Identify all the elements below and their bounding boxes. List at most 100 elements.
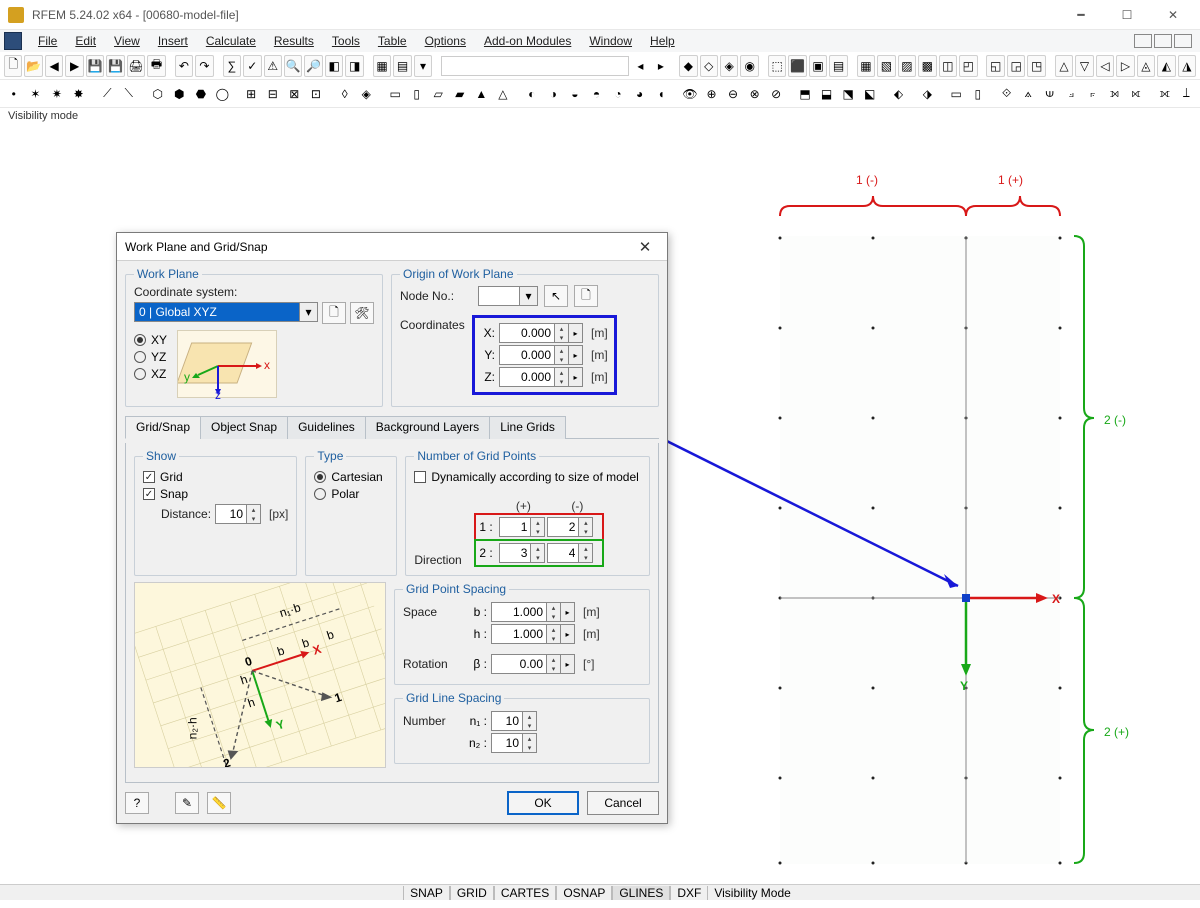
g1-icon[interactable]: ◱ bbox=[986, 55, 1004, 77]
show-snap-checkbox[interactable]: Snap bbox=[143, 487, 288, 501]
n2-spinner[interactable]: ▴▾ bbox=[523, 733, 537, 753]
result2-icon[interactable]: ⬛ bbox=[788, 55, 806, 77]
dropdown-icon[interactable]: ▾ bbox=[414, 55, 432, 77]
tool-d-icon[interactable]: ◉ bbox=[740, 55, 758, 77]
open-icon[interactable]: 📂 bbox=[24, 55, 42, 77]
s5-icon[interactable]: ⟋ bbox=[98, 83, 118, 105]
cancel-button[interactable]: Cancel bbox=[587, 791, 659, 815]
disp2-icon[interactable]: ▧ bbox=[877, 55, 895, 77]
coord-z-spinner[interactable]: ▴▾ bbox=[555, 367, 569, 387]
snap-distance-spinner[interactable]: ▴▾ bbox=[247, 504, 261, 524]
w11-icon[interactable]: ⟘ bbox=[1177, 83, 1197, 105]
next-icon[interactable]: ▶ bbox=[65, 55, 83, 77]
result4-icon[interactable]: ▤ bbox=[829, 55, 847, 77]
toggle1-icon[interactable]: ◧ bbox=[325, 55, 343, 77]
s23-icon[interactable]: ◐ bbox=[522, 83, 542, 105]
w9-icon[interactable]: ⟖ bbox=[1126, 83, 1146, 105]
pick-node-button[interactable]: ↖ bbox=[544, 285, 568, 307]
m4-icon[interactable]: ▷ bbox=[1116, 55, 1134, 77]
menu-view[interactable]: View bbox=[106, 32, 148, 50]
tab-grid-snap[interactable]: Grid/Snap bbox=[125, 416, 201, 439]
node-no-dropdown-icon[interactable]: ▾ bbox=[520, 286, 538, 306]
dir2-plus-spinner[interactable]: ▴▾ bbox=[531, 543, 545, 563]
w3-icon[interactable]: ⟐ bbox=[997, 83, 1017, 105]
ok-button[interactable]: OK bbox=[507, 791, 579, 815]
dir2-minus-spinner[interactable]: ▴▾ bbox=[579, 543, 593, 563]
menu-results[interactable]: Results bbox=[266, 32, 322, 50]
s28-icon[interactable]: ◕ bbox=[630, 83, 650, 105]
maximize-button[interactable]: ☐ bbox=[1104, 0, 1150, 30]
g3-icon[interactable]: ◳ bbox=[1027, 55, 1045, 77]
print-icon[interactable]: 🖨 bbox=[127, 55, 145, 77]
coord-sys-select[interactable]: 0 | Global XYZ bbox=[134, 302, 300, 322]
spacing-h-pick-icon[interactable]: ▸ bbox=[561, 624, 575, 644]
coord-x-pick-icon[interactable]: ▸ bbox=[569, 323, 583, 343]
menu-calculate[interactable]: Calculate bbox=[198, 32, 264, 50]
status-dxf[interactable]: DXF bbox=[670, 886, 708, 900]
dir1-minus-spinner[interactable]: ▴▾ bbox=[579, 517, 593, 537]
s14-icon[interactable]: ⊡ bbox=[306, 83, 326, 105]
menu-help[interactable]: Help bbox=[642, 32, 683, 50]
coord-sys-new-button[interactable]: 🗋 bbox=[322, 302, 346, 324]
s13-icon[interactable]: ⊠ bbox=[285, 83, 305, 105]
menu-addons[interactable]: Add-on Modules bbox=[476, 32, 579, 50]
s27-icon[interactable]: ◔ bbox=[608, 83, 628, 105]
status-glines[interactable]: GLINES bbox=[612, 886, 670, 900]
m3-icon[interactable]: ◁ bbox=[1096, 55, 1114, 77]
s21-icon[interactable]: ▲ bbox=[472, 83, 492, 105]
s1-icon[interactable]: • bbox=[4, 83, 24, 105]
v5-icon[interactable]: ⊘ bbox=[766, 83, 786, 105]
result1-icon[interactable]: ⬚ bbox=[768, 55, 786, 77]
rotation-spinner[interactable]: ▴▾ bbox=[547, 654, 561, 674]
coord-x-spinner[interactable]: ▴▾ bbox=[555, 323, 569, 343]
s11-icon[interactable]: ⊞ bbox=[241, 83, 261, 105]
menu-tools[interactable]: Tools bbox=[324, 32, 368, 50]
nav-first-icon[interactable]: ◂ bbox=[631, 55, 649, 77]
new-node-button[interactable]: 🗋 bbox=[574, 285, 598, 307]
rotation-pick-icon[interactable]: ▸ bbox=[561, 654, 575, 674]
s7-icon[interactable]: ⬡ bbox=[148, 83, 168, 105]
w1-icon[interactable]: ▭ bbox=[946, 83, 966, 105]
s24-icon[interactable]: ◑ bbox=[544, 83, 564, 105]
menu-insert[interactable]: Insert bbox=[150, 32, 196, 50]
s2-icon[interactable]: ✶ bbox=[26, 83, 46, 105]
tab-line-grids[interactable]: Line Grids bbox=[489, 416, 566, 439]
m6-icon[interactable]: ◭ bbox=[1157, 55, 1175, 77]
s3-icon[interactable]: ✷ bbox=[47, 83, 67, 105]
magnify-icon[interactable]: 🔎 bbox=[304, 55, 322, 77]
menu-window[interactable]: Window bbox=[581, 32, 640, 50]
dialog-titlebar[interactable]: Work Plane and Grid/Snap ✕ bbox=[117, 233, 667, 261]
loadcase-combo[interactable] bbox=[441, 56, 629, 76]
dir1-minus-input[interactable] bbox=[547, 517, 579, 537]
v9-icon[interactable]: ⬕ bbox=[860, 83, 880, 105]
find-icon[interactable]: 🔍 bbox=[284, 55, 302, 77]
app-menu-icon[interactable] bbox=[4, 32, 22, 50]
result3-icon[interactable]: ▣ bbox=[809, 55, 827, 77]
plane-xy-radio[interactable]: XY bbox=[134, 333, 167, 347]
dir1-plus-spinner[interactable]: ▴▾ bbox=[531, 517, 545, 537]
m5-icon[interactable]: ◬ bbox=[1137, 55, 1155, 77]
type-cartesian-radio[interactable]: Cartesian bbox=[314, 470, 388, 484]
defaults-button[interactable]: ✎ bbox=[175, 792, 199, 814]
plane-xz-radio[interactable]: XZ bbox=[134, 367, 167, 381]
print-preview-icon[interactable]: 🖶 bbox=[147, 55, 165, 77]
s25-icon[interactable]: ◒ bbox=[565, 83, 585, 105]
dialog-close-icon[interactable]: ✕ bbox=[631, 238, 659, 256]
tab-object-snap[interactable]: Object Snap bbox=[200, 416, 288, 439]
tab-guidelines[interactable]: Guidelines bbox=[287, 416, 366, 439]
spacing-b-spinner[interactable]: ▴▾ bbox=[547, 602, 561, 622]
status-osnap[interactable]: OSNAP bbox=[556, 886, 612, 900]
minimize-button[interactable]: ━ bbox=[1058, 0, 1104, 30]
s26-icon[interactable]: ◓ bbox=[587, 83, 607, 105]
w5-icon[interactable]: ⟒ bbox=[1040, 83, 1060, 105]
s10-icon[interactable]: ◯ bbox=[213, 83, 233, 105]
s6-icon[interactable]: ⟍ bbox=[119, 83, 139, 105]
save-as-icon[interactable]: 💾 bbox=[106, 55, 124, 77]
spacing-b-input[interactable] bbox=[491, 602, 547, 622]
snap-distance-input[interactable] bbox=[215, 504, 247, 524]
node-no-input[interactable] bbox=[478, 286, 520, 306]
v3-icon[interactable]: ⊖ bbox=[723, 83, 743, 105]
m2-icon[interactable]: ▽ bbox=[1075, 55, 1093, 77]
v11-icon[interactable]: ⬗ bbox=[918, 83, 938, 105]
n1-spinner[interactable]: ▴▾ bbox=[523, 711, 537, 731]
